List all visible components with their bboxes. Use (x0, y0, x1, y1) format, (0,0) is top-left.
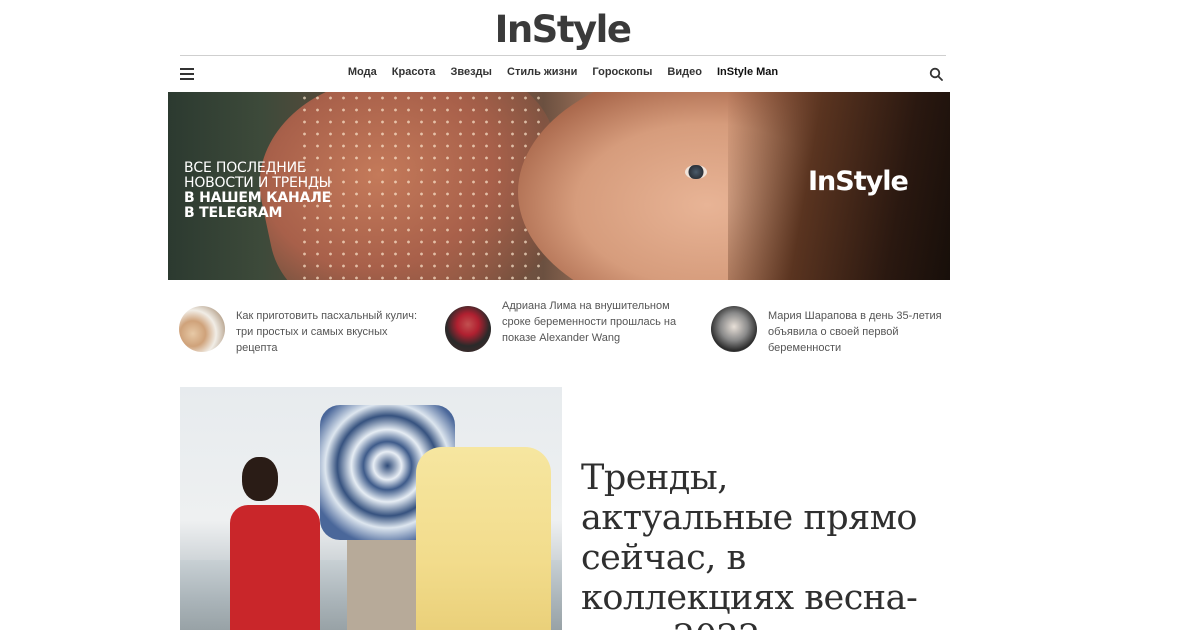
model-head (242, 457, 278, 501)
news-item-easter-cake[interactable]: Как приготовить пасхальный кулич: три пр… (179, 306, 419, 356)
yellow-trench-coat (416, 447, 551, 630)
model-eye (685, 165, 707, 179)
nav-item-lifestyle[interactable]: Стиль жизни (507, 66, 577, 78)
header-divider (180, 55, 946, 56)
nav-item-fashion[interactable]: Мода (348, 66, 377, 78)
main-navigation: Мода Красота Звезды Стиль жизни Гороскоп… (180, 58, 946, 90)
search-icon[interactable] (929, 67, 943, 81)
nav-item-beauty[interactable]: Красота (392, 66, 436, 78)
news-title: Адриана Лима на внушительном сроке берем… (502, 300, 677, 344)
nav-item-horoscopes[interactable]: Гороскопы (592, 66, 652, 78)
feature-article-image[interactable] (180, 387, 562, 630)
news-thumbnail (179, 306, 225, 352)
red-jacket (230, 505, 320, 630)
site-logo[interactable]: InStyle (0, 8, 1125, 52)
banner-logo: InStyle (808, 166, 909, 197)
nav-item-instyle-man[interactable]: InStyle Man (717, 66, 778, 78)
feature-article-title[interactable]: Тренды, актуальные прямо сейчас, в колле… (581, 458, 941, 630)
sequin-pattern (298, 92, 548, 280)
news-item-adriana-lima[interactable]: Адриана Лима на внушительном сроке берем… (445, 300, 685, 352)
banner-headline: Все последние новости и тренды в нашем к… (184, 160, 331, 221)
news-item-sharapova[interactable]: Мария Шарапова в день 35-летия объявила … (711, 306, 951, 356)
news-thumbnail (445, 306, 491, 352)
nav-item-stars[interactable]: Звезды (450, 66, 491, 78)
telegram-promo-banner[interactable]: Все последние новости и тренды в нашем к… (168, 92, 950, 280)
news-thumbnail (711, 306, 757, 352)
news-title: Как приготовить пасхальный кулич: три пр… (236, 310, 418, 354)
nav-links: Мода Красота Звезды Стиль жизни Гороскоп… (180, 66, 946, 78)
news-title: Мария Шарапова в день 35-летия объявила … (768, 310, 942, 354)
nav-item-video[interactable]: Видео (667, 66, 702, 78)
